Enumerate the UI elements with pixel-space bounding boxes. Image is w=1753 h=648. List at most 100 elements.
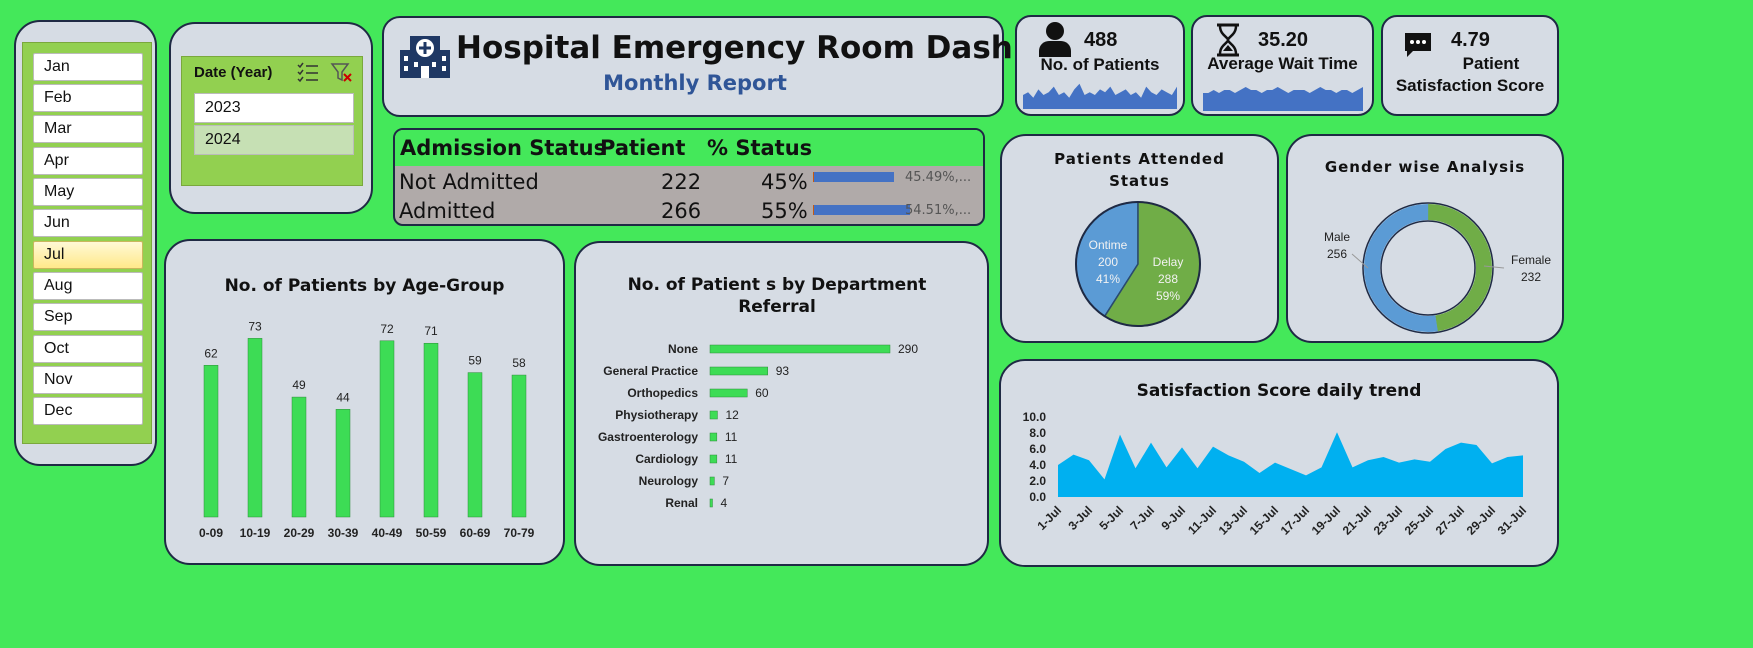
- month-jun[interactable]: Jun: [33, 209, 143, 237]
- month-jul[interactable]: Jul: [33, 241, 143, 269]
- age-bar-value: 44: [336, 390, 350, 404]
- dept-bar-value: 60: [755, 386, 769, 400]
- sparkline-area: [1023, 83, 1177, 109]
- month-mar[interactable]: Mar: [33, 115, 143, 143]
- dept-bar: [709, 388, 748, 398]
- row-patients: 222: [661, 170, 702, 194]
- y-tick-label: 6.0: [1029, 442, 1046, 456]
- dept-tick-label: Orthopedics: [627, 386, 698, 400]
- row-patients: 266: [661, 199, 702, 223]
- age-tick-label: 10-19: [240, 526, 271, 540]
- x-tick-label: 9-Jul: [1158, 503, 1188, 533]
- dept-tick-label: Neurology: [639, 474, 699, 488]
- age-bar: [247, 338, 263, 518]
- age-bar: [335, 409, 351, 518]
- kpi-satisfaction-card: 4.79 Patient Satisfaction Score: [1381, 15, 1559, 116]
- x-tick-label: 31-Jul: [1495, 503, 1529, 537]
- dept-bar: [709, 344, 891, 354]
- page-subtitle: Monthly Report: [603, 71, 787, 95]
- header-patient: Patient: [600, 136, 686, 160]
- x-tick-label: 11-Jul: [1185, 503, 1219, 537]
- donut-value-female: 232: [1521, 270, 1541, 284]
- x-tick-label: 21-Jul: [1340, 503, 1374, 537]
- donut-label-male: Male: [1324, 230, 1350, 244]
- wait-time-sparkline: [1203, 87, 1363, 111]
- month-sep[interactable]: Sep: [33, 303, 143, 331]
- dept-bar-value: 290: [898, 342, 918, 356]
- dept-tick-label: Renal: [665, 496, 698, 510]
- dept-bar: [709, 498, 713, 508]
- hourglass-icon: [1217, 23, 1239, 57]
- row-status: Admitted: [399, 199, 496, 223]
- row-bar-label: 45.49%,...: [905, 170, 972, 185]
- x-tick-label: 19-Jul: [1309, 503, 1343, 537]
- month-dec[interactable]: Dec: [33, 397, 143, 425]
- header-panel: Hospital Emergency Room Dashboard Monthl…: [382, 16, 1115, 117]
- x-tick-label: 25-Jul: [1402, 503, 1436, 537]
- attended-pie-chart: Ontime 200 41% Delay 288 59%: [1075, 201, 1201, 327]
- year-2024[interactable]: 2024: [194, 125, 354, 155]
- age-tick-label: 20-29: [284, 526, 315, 540]
- patients-sparkline: [1023, 83, 1177, 109]
- y-tick-label: 10.0: [1023, 410, 1047, 424]
- y-tick-label: 8.0: [1029, 426, 1046, 440]
- x-tick-label: 17-Jul: [1278, 503, 1312, 537]
- age-bar: [379, 340, 395, 518]
- donut-inner-ring: [1380, 220, 1476, 316]
- x-tick-label: 13-Jul: [1216, 503, 1250, 537]
- dept-bar: [709, 432, 718, 442]
- x-tick-label: 27-Jul: [1433, 503, 1467, 537]
- year-2023[interactable]: 2023: [194, 93, 354, 123]
- age-bar: [203, 365, 219, 518]
- age-bar-value: 58: [512, 356, 526, 370]
- age-bar: [423, 342, 439, 518]
- age-bar-value: 72: [380, 322, 394, 336]
- age-bar-value: 73: [248, 319, 262, 333]
- gender-donut-chart: Male 256 Female 232: [1324, 202, 1551, 334]
- pie-label-value: 200: [1098, 255, 1118, 269]
- dept-bar-value: 12: [725, 408, 739, 422]
- pie-label-pct: 59%: [1156, 289, 1180, 303]
- age-bar: [511, 374, 527, 518]
- age-bar-value: 62: [204, 346, 218, 360]
- pie-label-value: 288: [1158, 272, 1178, 286]
- dept-bar-value: 4: [720, 496, 727, 510]
- month-oct[interactable]: Oct: [33, 335, 143, 363]
- kpi-patients-card: 488 No. of Patients: [1015, 15, 1185, 116]
- month-apr[interactable]: Apr: [33, 147, 143, 175]
- age-bar: [291, 396, 307, 518]
- department-chart: None 290 General Practice 93 Orthopedics 60 Ph…: [598, 342, 918, 510]
- dept-tick-label: Gastroenterology: [598, 430, 698, 444]
- row-pct: 55%: [761, 199, 808, 223]
- age-tick-label: 50-59: [416, 526, 447, 540]
- month-feb[interactable]: Feb: [33, 84, 143, 112]
- year-slicer-title: Date (Year): [194, 64, 273, 81]
- gender-donut-panel: Gender wise Analysis Male 256 Female 232: [1286, 134, 1564, 343]
- clear-filter-icon[interactable]: [330, 61, 354, 83]
- dept-tick-label: Cardiology: [635, 452, 698, 466]
- age-group-chart-panel: No. of Patients by Age-Group 62 0-09 73 10-…: [164, 239, 565, 565]
- x-tick-label: 3-Jul: [1065, 503, 1095, 533]
- month-may[interactable]: May: [33, 178, 143, 206]
- x-tick-label: 23-Jul: [1371, 503, 1405, 537]
- dept-bar-value: 7: [722, 474, 729, 488]
- month-aug[interactable]: Aug: [33, 272, 143, 300]
- attended-pie-panel: Patients Attended Status Ontime 200 41% Del…: [1000, 134, 1279, 343]
- year-slicer-box: Date (Year) 2023 2024: [181, 56, 363, 186]
- x-tick-label: 5-Jul: [1096, 503, 1126, 533]
- multi-select-icon[interactable]: [296, 61, 320, 83]
- age-bar-value: 59: [468, 354, 482, 368]
- x-tick-label: 1-Jul: [1034, 503, 1064, 533]
- kpi-satisfaction-label-1: Patient: [1462, 54, 1520, 73]
- kpi-patients-value: 488: [1084, 29, 1118, 51]
- row-status: Not Admitted: [399, 170, 539, 194]
- row-databar: [813, 172, 894, 182]
- month-jan[interactable]: Jan: [33, 53, 143, 81]
- donut-label-female: Female: [1511, 253, 1551, 267]
- kpi-wait-card: 35.20 Average Wait Time: [1191, 15, 1374, 116]
- year-slicer-panel: Date (Year) 2023 2024: [169, 22, 373, 214]
- dept-bar-value: 11: [725, 452, 738, 466]
- age-group-chart: 62 0-09 73 10-19 49 20-29 44 30-39 72 40-49 71 50-5…: [199, 319, 535, 540]
- month-nov[interactable]: Nov: [33, 366, 143, 394]
- month-slicer-box: Jan Feb Mar Apr May Jun Jul Aug Sep Oct …: [22, 42, 152, 444]
